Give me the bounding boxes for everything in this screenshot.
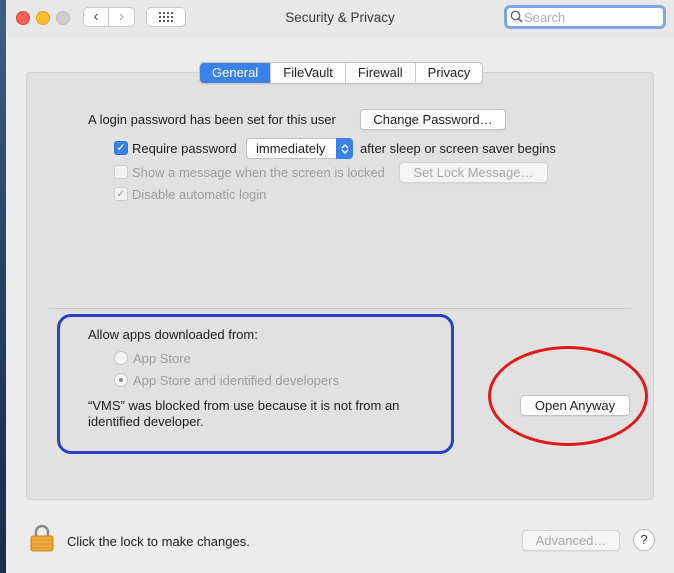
checkmark-icon: ✓ [116, 142, 126, 154]
minimize-window-button[interactable] [36, 11, 50, 25]
tab-general[interactable]: General [200, 63, 271, 83]
grid-icon [159, 12, 173, 22]
lock-button[interactable] [30, 524, 54, 555]
show-message-checkbox[interactable] [114, 165, 128, 179]
show-all-button[interactable] [146, 7, 186, 27]
lock-icon [30, 524, 54, 552]
open-anyway-button[interactable]: Open Anyway [520, 395, 630, 416]
tab-bar: General FileVault Firewall Privacy [199, 62, 484, 84]
blocked-message-line2: identified developer. [88, 414, 204, 429]
forward-button[interactable]: › [109, 7, 135, 27]
radio-app-store-label: App Store [133, 351, 191, 366]
disable-automatic-login-label: Disable automatic login [132, 187, 267, 202]
require-password-label: Require password [132, 141, 237, 156]
back-button[interactable]: ‹ [83, 7, 109, 27]
search-input[interactable] [524, 9, 654, 25]
change-password-button[interactable]: Change Password… [360, 109, 506, 130]
advanced-button[interactable]: Advanced… [522, 530, 620, 551]
show-message-label: Show a message when the screen is locked [132, 165, 385, 180]
settings-pane [26, 72, 654, 500]
checkmark-icon: ✓ [116, 188, 126, 200]
search-box[interactable] [504, 5, 666, 29]
search-icon [510, 10, 523, 23]
radio-app-store-identified-label: App Store and identified developers [133, 373, 339, 388]
zoom-window-button[interactable] [56, 11, 70, 25]
window-title: Security & Privacy [285, 10, 395, 25]
require-password-delay-select[interactable]: immediately [246, 138, 353, 159]
close-window-button[interactable] [16, 11, 30, 25]
title-bar: ‹ › Security & Privacy [6, 0, 674, 38]
security-privacy-window: ‹ › Security & Privacy General [6, 0, 674, 573]
disable-automatic-login-checkbox[interactable]: ✓ [114, 187, 128, 201]
blocked-message-line1: “VMS” was blocked from use because it is… [88, 398, 400, 413]
lock-hint-text: Click the lock to make changes. [67, 534, 250, 549]
tab-filevault[interactable]: FileVault [270, 63, 345, 83]
tab-privacy[interactable]: Privacy [414, 63, 483, 83]
require-password-checkbox[interactable]: ✓ [114, 141, 128, 155]
stepper-arrows-icon [336, 138, 353, 159]
require-password-suffix: after sleep or screen saver begins [360, 141, 556, 156]
chevron-left-icon: ‹ [93, 8, 99, 25]
section-divider [49, 308, 631, 309]
select-value: immediately [256, 141, 326, 156]
chevron-right-icon: › [118, 8, 125, 25]
set-lock-message-button[interactable]: Set Lock Message… [399, 162, 548, 183]
help-button[interactable]: ? [633, 529, 655, 551]
radio-app-store[interactable] [114, 351, 128, 365]
tab-firewall[interactable]: Firewall [344, 63, 415, 83]
radio-app-store-identified[interactable] [114, 373, 128, 387]
allow-apps-heading: Allow apps downloaded from: [88, 327, 258, 342]
login-password-text: A login password has been set for this u… [88, 112, 336, 127]
